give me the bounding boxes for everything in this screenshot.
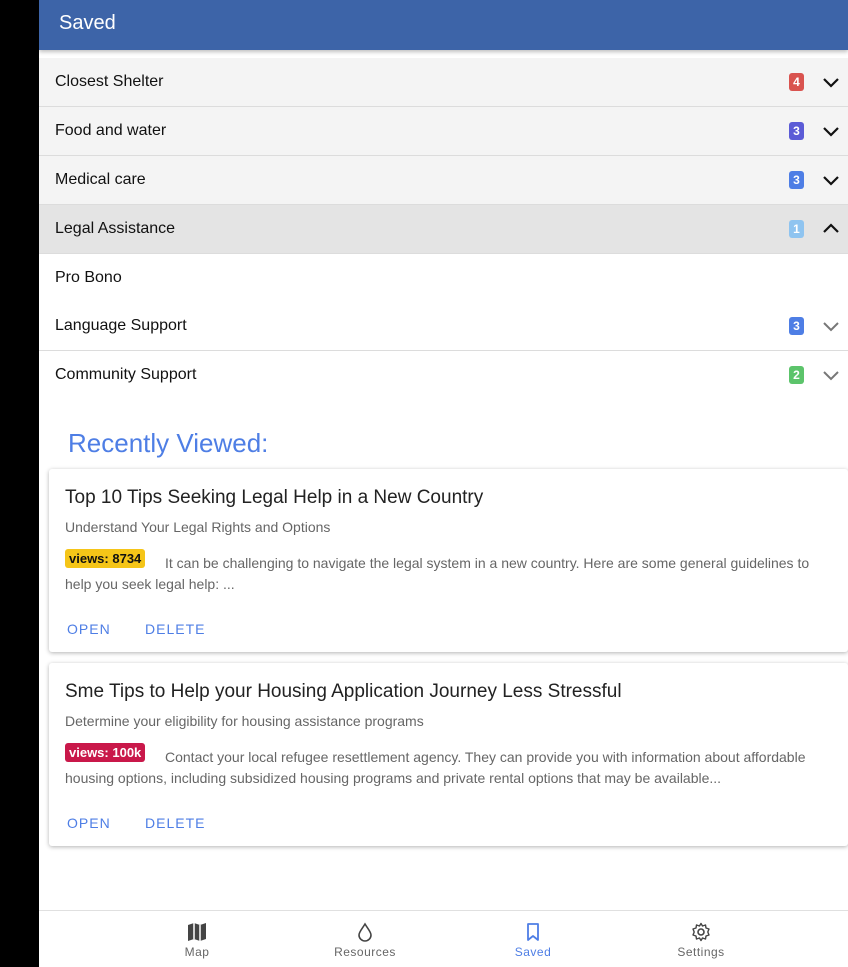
chevron-down-icon[interactable] bbox=[821, 170, 841, 190]
bottom-navigation: Map Resources Saved Settings bbox=[39, 910, 848, 967]
subitem-label: Pro Bono bbox=[55, 269, 122, 286]
count-badge: 1 bbox=[789, 220, 804, 238]
chevron-up-icon[interactable] bbox=[821, 219, 841, 239]
count-badge: 3 bbox=[789, 171, 804, 189]
recently-viewed-heading: Recently Viewed: bbox=[68, 428, 269, 458]
category-label: Closest Shelter bbox=[55, 73, 164, 90]
chevron-down-icon[interactable] bbox=[821, 365, 841, 385]
category-label: Legal Assistance bbox=[55, 220, 176, 237]
category-medical-care[interactable]: Medical care 3 bbox=[39, 156, 848, 205]
nav-label: Settings bbox=[677, 945, 725, 959]
open-button[interactable]: OPEN bbox=[67, 815, 111, 831]
nav-map[interactable]: Map bbox=[113, 911, 281, 967]
category-legal-assistance[interactable]: Legal Assistance 1 bbox=[39, 205, 848, 254]
article-card: Sme Tips to Help your Housing Applicatio… bbox=[49, 663, 848, 846]
category-food-and-water[interactable]: Food and water 3 bbox=[39, 107, 848, 156]
card-title: Top 10 Tips Seeking Legal Help in a New … bbox=[65, 487, 484, 508]
card-title: Sme Tips to Help your Housing Applicatio… bbox=[65, 681, 622, 702]
card-subtitle: Determine your eligibility for housing a… bbox=[65, 713, 424, 729]
open-button[interactable]: OPEN bbox=[67, 621, 111, 637]
bookmark-icon bbox=[523, 922, 543, 942]
card-body: Contact your local refugee resettlement … bbox=[65, 749, 806, 786]
nav-label: Map bbox=[184, 945, 210, 959]
nav-label: Saved bbox=[514, 945, 552, 959]
category-closest-shelter[interactable]: Closest Shelter 4 bbox=[39, 58, 848, 107]
count-badge: 3 bbox=[789, 122, 804, 140]
gear-icon bbox=[691, 922, 711, 942]
card-body: It can be challenging to navigate the le… bbox=[65, 555, 810, 592]
card-subtitle: Understand Your Legal Rights and Options bbox=[65, 519, 331, 535]
category-label: Language Support bbox=[55, 317, 187, 334]
page-title: Saved bbox=[59, 12, 116, 34]
count-badge: 2 bbox=[789, 366, 804, 384]
category-label: Community Support bbox=[55, 366, 197, 383]
app-header: Saved bbox=[39, 0, 848, 50]
nav-saved[interactable]: Saved bbox=[449, 911, 617, 967]
nav-settings[interactable]: Settings bbox=[617, 911, 785, 967]
subitem-pro-bono[interactable]: Pro Bono bbox=[39, 254, 848, 302]
category-label: Medical care bbox=[55, 171, 146, 188]
delete-button[interactable]: DELETE bbox=[145, 815, 205, 831]
category-label: Food and water bbox=[55, 122, 167, 139]
count-badge: 4 bbox=[789, 73, 804, 91]
chevron-down-icon[interactable] bbox=[821, 121, 841, 141]
views-badge: views: 100k bbox=[65, 743, 146, 762]
drop-icon bbox=[355, 922, 375, 942]
article-card: Top 10 Tips Seeking Legal Help in a New … bbox=[49, 469, 848, 652]
category-language-support[interactable]: Language Support 3 bbox=[39, 302, 848, 351]
chevron-down-icon[interactable] bbox=[821, 72, 841, 92]
category-community-support[interactable]: Community Support 2 bbox=[39, 351, 848, 399]
category-list: Closest Shelter 4 Food and water 3 Medic… bbox=[39, 58, 848, 399]
delete-button[interactable]: DELETE bbox=[145, 621, 205, 637]
nav-resources[interactable]: Resources bbox=[281, 911, 449, 967]
chevron-down-icon[interactable] bbox=[821, 316, 841, 336]
views-badge: views: 8734 bbox=[65, 549, 146, 568]
count-badge: 3 bbox=[789, 317, 804, 335]
map-icon bbox=[187, 922, 207, 942]
app: Saved Closest Shelter 4 Food and water 3… bbox=[39, 0, 848, 967]
nav-label: Resources bbox=[334, 945, 396, 959]
